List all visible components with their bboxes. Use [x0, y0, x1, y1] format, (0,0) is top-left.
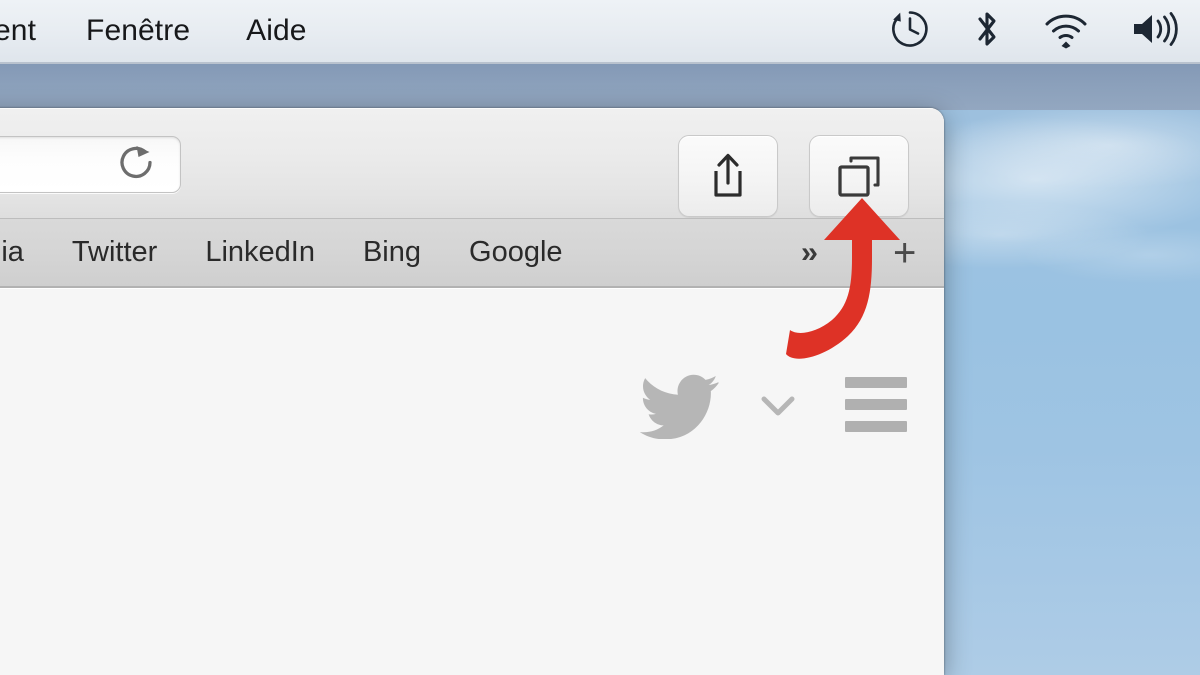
menu-item-window[interactable]: Fenêtre: [86, 16, 190, 46]
bookmark-wikipedia[interactable]: kipedia: [0, 238, 24, 267]
desktop-upper-band: [0, 64, 1200, 110]
time-machine-icon[interactable]: [888, 7, 932, 56]
hamburger-bar: [845, 399, 907, 410]
twitter-bird-logo: [639, 373, 720, 444]
twitter-page-header: [639, 373, 800, 444]
hamburger-menu-icon[interactable]: [845, 377, 907, 432]
bookmarks-overflow-chevron-icon[interactable]: ››: [801, 237, 818, 268]
tabview-button[interactable]: [809, 135, 909, 217]
menu-item-truncated[interactable]: ent: [0, 16, 36, 46]
menu-bar-status-items: [888, 0, 1182, 62]
share-button[interactable]: [678, 135, 778, 217]
menu-bar-items: ent Fenêtre Aide: [0, 16, 307, 46]
new-tab-button[interactable]: +: [893, 233, 916, 273]
address-bar[interactable]: [0, 136, 181, 193]
bookmark-linkedin[interactable]: LinkedIn: [205, 238, 315, 267]
page-content: [0, 288, 944, 675]
menu-bar: ent Fenêtre Aide: [0, 0, 1200, 64]
browser-window: kipedia Twitter LinkedIn Bing Google ›› …: [0, 108, 944, 675]
volume-icon[interactable]: [1130, 7, 1182, 56]
reload-icon[interactable]: [112, 138, 160, 191]
bookmarks-list: kipedia Twitter LinkedIn Bing Google: [0, 238, 563, 267]
screen: ent Fenêtre Aide ia Twitter LinkedIn Bin…: [0, 0, 1200, 675]
hamburger-bar: [845, 377, 907, 388]
bookmark-google[interactable]: Google: [469, 238, 563, 267]
hamburger-bar: [845, 421, 907, 432]
bluetooth-icon[interactable]: [972, 7, 1002, 56]
account-chevron-down-icon[interactable]: [756, 389, 800, 428]
share-icon: [714, 153, 742, 197]
tab-overview-icon: [838, 156, 880, 197]
bookmarks-bar: kipedia Twitter LinkedIn Bing Google ›› …: [0, 218, 944, 288]
browser-toolbar: [0, 108, 944, 218]
wifi-icon[interactable]: [1042, 7, 1090, 56]
menu-item-help[interactable]: Aide: [246, 16, 306, 46]
bookmark-twitter[interactable]: Twitter: [72, 238, 157, 267]
bookmark-bing[interactable]: Bing: [363, 238, 421, 267]
